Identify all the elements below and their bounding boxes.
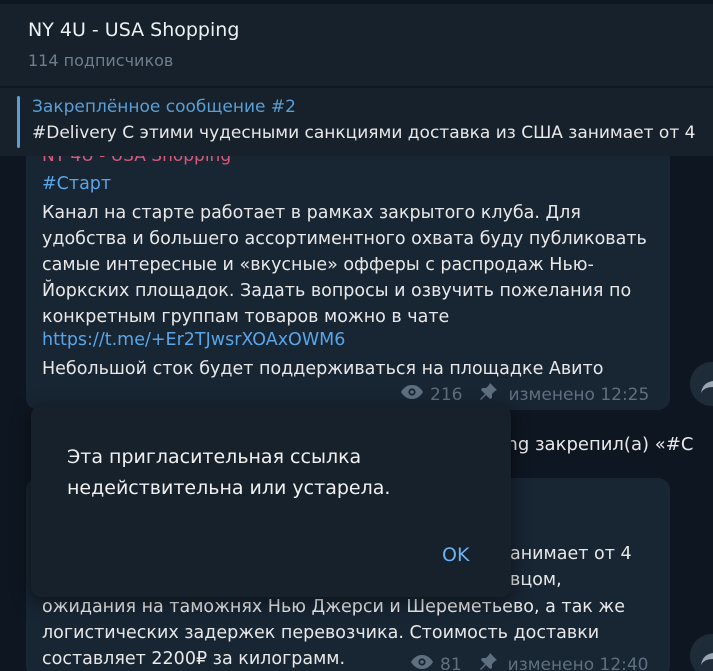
message-text-line: логистических задержек перевозчика. Стои… <box>42 623 600 643</box>
message-text-fragment: вцом, <box>510 570 562 590</box>
view-count: 81 <box>440 654 462 671</box>
message-text-line: ожидания на таможнях Нью Джерси и Шереме… <box>42 597 625 617</box>
message-text-line: конкретным группам товаров можно в чате <box>42 307 450 327</box>
message-text-line: составляет 2200₽ за килограмм. <box>42 649 346 669</box>
pinned-label: Закреплённое сообщение #2 <box>32 97 296 117</box>
service-message[interactable]: ping закрепил(а) «#C <box>490 434 693 455</box>
subscriber-count: 114 подписчиков <box>28 51 174 70</box>
view-count: 216 <box>430 384 463 405</box>
hashtag-link[interactable]: #Старт <box>42 174 111 194</box>
invalid-link-dialog: Эта пригласительная ссылка недействитель… <box>31 406 511 597</box>
message-text-line: Небольшой сток будет поддерживаться на п… <box>42 359 604 379</box>
pin-icon <box>478 382 498 407</box>
channel-title[interactable]: NY 4U - USA Shopping <box>28 19 239 41</box>
edited-time: изменено 12:25 <box>508 384 650 405</box>
share-button[interactable] <box>690 634 713 671</box>
invite-link[interactable]: https://t.me/+Er2TJwsrXOAxOWM6 <box>42 330 345 350</box>
chat-header[interactable]: NY 4U - USA Shopping 114 подписчиков <box>0 0 713 86</box>
pin-icon <box>478 652 498 671</box>
message-text-fragment: анимает от 4 <box>510 544 632 564</box>
edited-time: изменено 12:40 <box>507 654 649 671</box>
message-text-line: удобства и большего ассортиментного охва… <box>42 229 647 249</box>
eye-icon <box>400 384 424 405</box>
pinned-text: #Delivery С этими чудесными санкциями до… <box>32 123 696 143</box>
eye-icon <box>410 654 434 671</box>
message-text-line: Канал на старте работает в рамках закрыт… <box>42 203 581 223</box>
message-text-line: самые интересные и «вкусные» офферы с ра… <box>42 255 594 275</box>
share-icon <box>701 649 713 665</box>
pinned-message-bar[interactable]: Закреплённое сообщение #2 #Delivery С эт… <box>0 88 713 156</box>
message-meta: 216 изменено 12:25 <box>400 382 649 407</box>
pinned-indicator <box>17 96 20 148</box>
share-icon <box>701 377 713 393</box>
dialog-message: Эта пригласительная ссылка недействитель… <box>67 446 391 499</box>
ok-button[interactable]: OK <box>442 544 469 566</box>
message-bubble[interactable]: NY 4U - USA Shopping #Старт Канал на ста… <box>26 120 670 410</box>
share-button[interactable] <box>690 362 713 406</box>
header-top-line <box>0 0 713 4</box>
message-meta: 81 изменено 12:40 <box>410 652 649 671</box>
message-text-line: Йоркских площадок. Задать вопросы и озву… <box>42 281 632 301</box>
